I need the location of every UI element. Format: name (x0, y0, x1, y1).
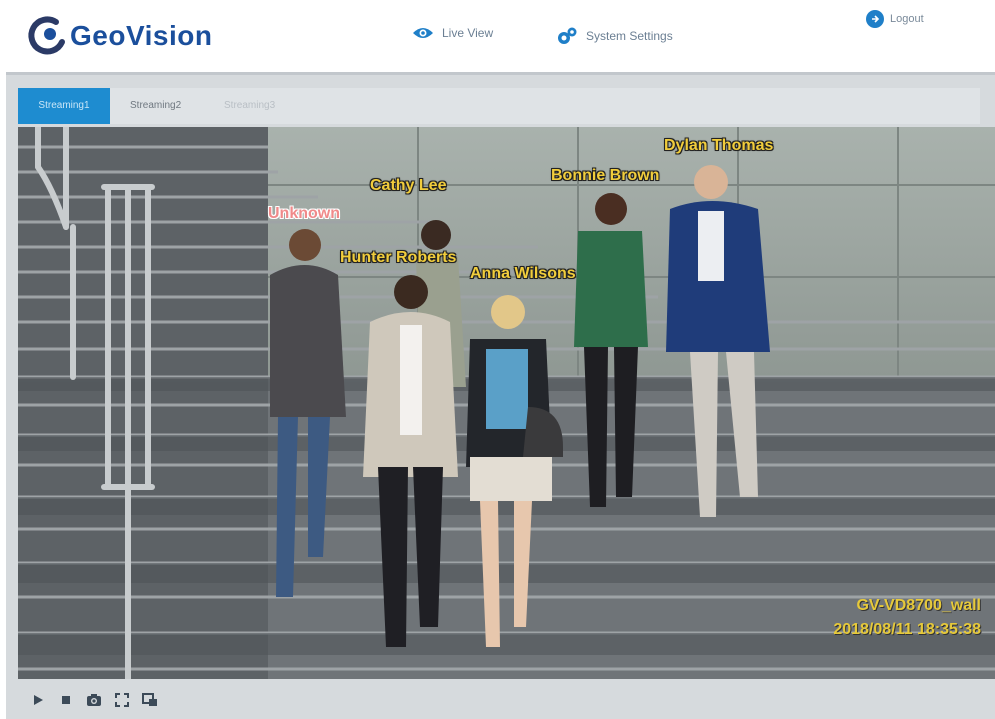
logout-button[interactable]: Logout (866, 10, 924, 28)
nav-live-view-label: Live View (442, 26, 494, 40)
tab-streaming1[interactable]: Streaming1 (18, 88, 110, 124)
logout-label: Logout (890, 13, 924, 25)
nav-live-view[interactable]: Live View (412, 26, 493, 40)
logo-text: GeoVision (70, 20, 213, 51)
video-frame-image (18, 127, 995, 679)
face-label-dylan-thomas: Dylan Thomas (664, 137, 774, 154)
top-header: GeoVision Live View System Settings Logo… (0, 0, 995, 72)
play-icon[interactable] (30, 692, 46, 708)
live-view-panel: Streaming1 Streaming2 Streaming3 Unknown… (6, 72, 995, 719)
tab-streaming2[interactable]: Streaming2 (130, 88, 181, 124)
stop-icon[interactable] (58, 692, 74, 708)
face-label-bonnie-brown: Bonnie Brown (551, 167, 660, 184)
camera-icon[interactable] (86, 692, 102, 708)
picture-in-picture-icon[interactable] (142, 692, 158, 708)
nav-system-settings-label: System Settings (586, 29, 673, 43)
face-label-cathy-lee: Cathy Lee (370, 177, 447, 194)
logo-mark-icon (28, 16, 65, 55)
face-label-anna-wilsons: Anna Wilsons (470, 265, 576, 282)
tab-streaming3[interactable]: Streaming3 (224, 88, 275, 124)
stream-tabs: Streaming1 Streaming2 Streaming3 (18, 88, 980, 124)
eye-icon (413, 28, 433, 38)
video-stream[interactable]: Unknown Cathy Lee Hunter Roberts Anna Wi… (18, 127, 995, 679)
face-label-hunter-roberts: Hunter Roberts (340, 249, 457, 266)
face-label-unknown: Unknown (268, 205, 340, 222)
gear-icon (558, 27, 577, 44)
timestamp-osd: 2018/08/11 18:35:38 (833, 621, 981, 638)
camera-name-osd: GV-VD8700_wall (856, 597, 981, 614)
geovision-logo[interactable]: GeoVision (26, 14, 226, 64)
fullscreen-icon[interactable] (114, 692, 130, 708)
nav-system-settings[interactable]: System Settings (556, 26, 673, 46)
playback-controls (18, 681, 995, 719)
logout-icon (866, 10, 884, 28)
